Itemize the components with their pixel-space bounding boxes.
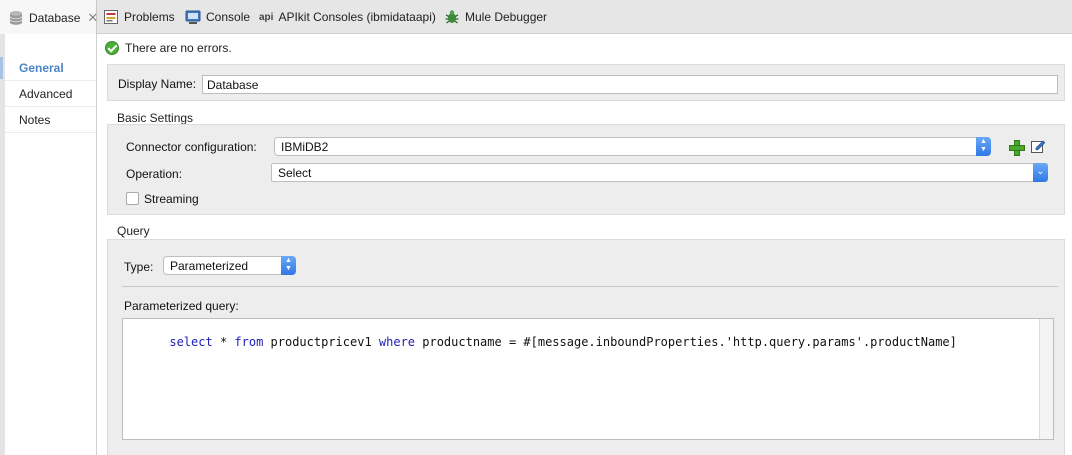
tab-console[interactable]: Console (185, 0, 250, 34)
editor-scrollbar[interactable] (1039, 319, 1053, 439)
basic-settings-panel: Connector configuration: IBMiDB2 ▲ ▼ Oper… (107, 124, 1065, 215)
database-icon (8, 10, 24, 26)
close-icon[interactable]: ✕ (87, 10, 98, 26)
tab-label: APIkit Consoles (ibmidataapi) (278, 10, 436, 24)
tab-database[interactable]: Database ✕ (0, 0, 98, 35)
tab-mule-debugger[interactable]: Mule Debugger (444, 0, 547, 34)
properties-content: There are no errors. Display Name: Datab… (97, 34, 1072, 455)
nav-item-notes[interactable]: Notes (5, 107, 96, 133)
connector-configuration-value: IBMiDB2 (281, 140, 329, 154)
add-configuration-icon[interactable] (1009, 140, 1025, 156)
query-type-select[interactable]: Parameterized ▲ ▼ (163, 256, 296, 275)
streaming-label: Streaming (144, 192, 199, 206)
sql-text: productname = #[message.inboundPropertie… (415, 335, 957, 349)
check-circle-icon (105, 41, 119, 55)
parameterized-query-label: Parameterized query: (124, 299, 239, 313)
updown-arrows-icon: ▲ ▼ (281, 256, 296, 275)
tab-label: Console (206, 10, 251, 24)
sql-keyword: from (234, 335, 264, 349)
tab-apikit-consoles[interactable]: api APIkit Consoles (ibmidataapi) (259, 0, 436, 34)
tab-label: Problems (124, 10, 175, 24)
sql-keyword: select (169, 335, 213, 349)
parameterized-query-editor[interactable]: select * from productpricev1 where produ… (122, 318, 1054, 440)
debugger-icon (444, 9, 460, 25)
connector-configuration-label: Connector configuration: (126, 140, 257, 154)
display-name-panel: Display Name: Database (107, 64, 1065, 101)
validation-status: There are no errors. (105, 39, 232, 57)
nav-item-advanced[interactable]: Advanced (5, 81, 96, 107)
display-name-label: Display Name: (118, 77, 197, 91)
sql-keyword: where (378, 335, 416, 349)
console-icon (185, 9, 201, 25)
api-icon: api (259, 11, 274, 23)
operation-select[interactable]: Select ⌄ (271, 163, 1048, 182)
tab-label: Database (29, 10, 81, 25)
query-title: Query (117, 224, 150, 238)
sql-text: productpricev1 (263, 335, 379, 349)
basic-settings-title: Basic Settings (117, 111, 194, 125)
query-type-value: Parameterized (170, 259, 249, 273)
query-separator (122, 286, 1058, 287)
operation-value: Select (278, 166, 312, 180)
edit-configuration-icon[interactable] (1030, 138, 1046, 154)
tab-problems[interactable]: Problems (103, 0, 175, 34)
sql-text: * (212, 335, 235, 349)
connector-configuration-select[interactable]: IBMiDB2 ▲ ▼ (274, 137, 991, 156)
problems-icon (103, 9, 119, 25)
tab-label: Mule Debugger (465, 10, 548, 24)
chevron-down-icon: ⌄ (1033, 163, 1048, 182)
editor-tab-bar: Database ✕ Problems Console api APIkit C… (0, 0, 1072, 35)
display-name-field[interactable]: Database (202, 75, 1058, 94)
section-nav: General Advanced Notes (0, 34, 97, 455)
nav-item-general[interactable]: General (0, 55, 96, 81)
query-panel: Type: Parameterized ▲ ▼ Parameterized que… (107, 239, 1065, 455)
status-message: There are no errors. (125, 41, 232, 55)
streaming-checkbox[interactable] (126, 192, 139, 205)
operation-label: Operation: (126, 167, 183, 181)
query-type-label: Type: (124, 260, 154, 274)
updown-arrows-icon: ▲ ▼ (976, 137, 991, 156)
